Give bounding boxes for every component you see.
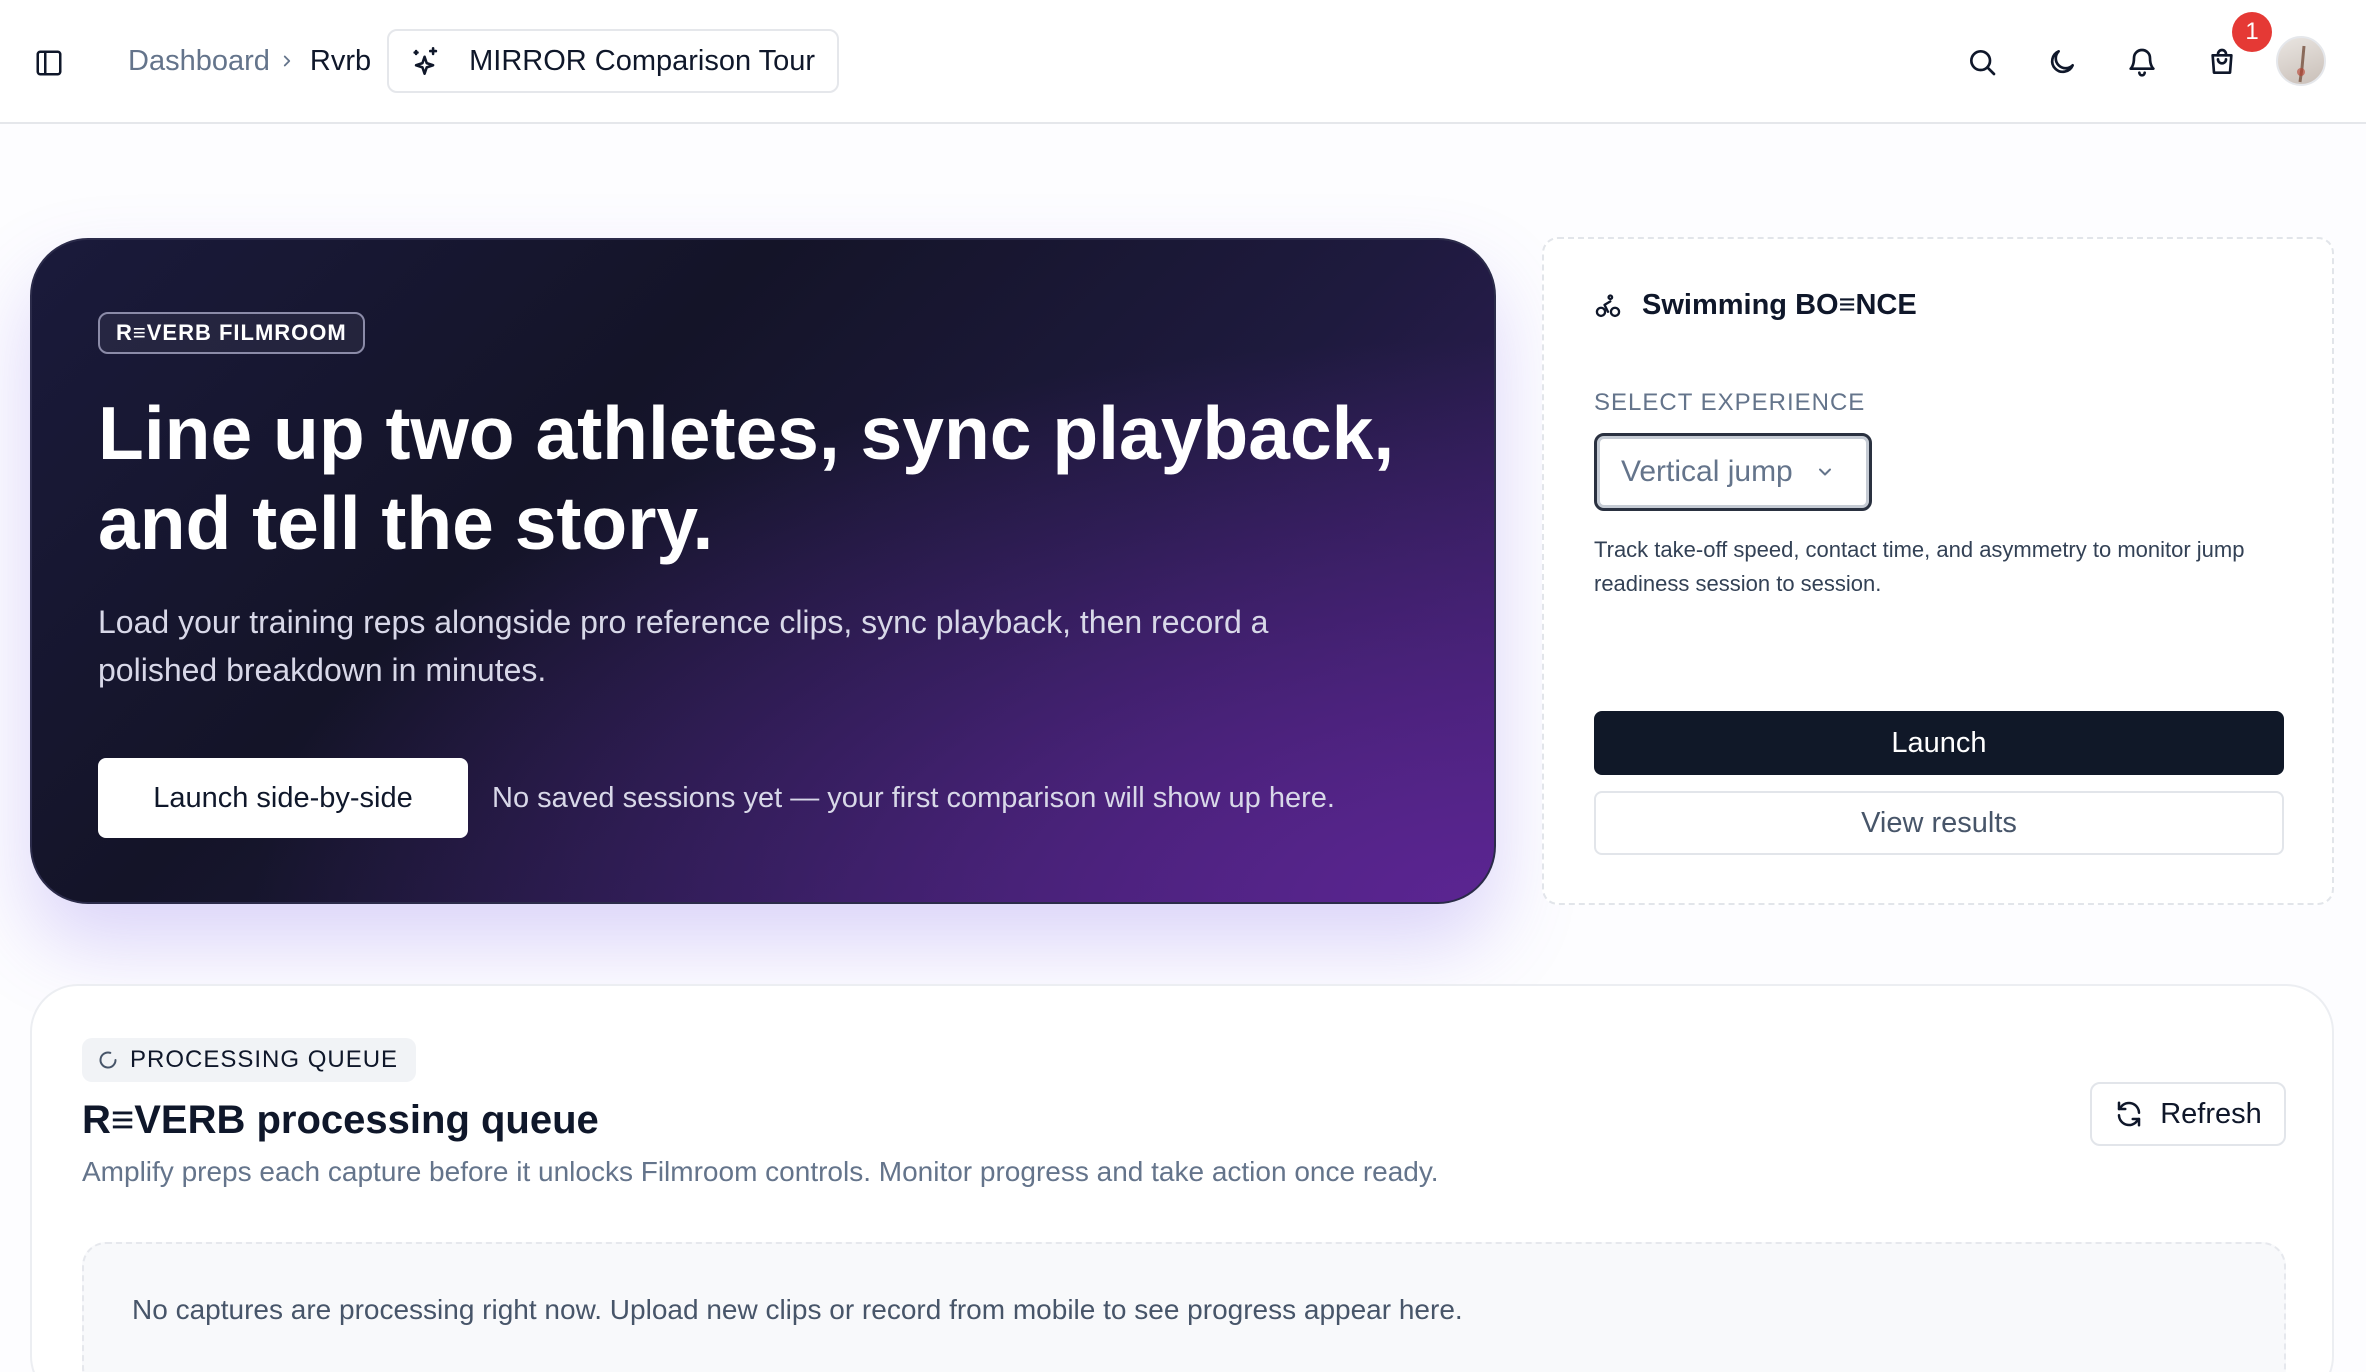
queue-title: R≡VERB processing queue <box>82 1098 599 1142</box>
tour-button-label: MIRROR Comparison Tour <box>469 44 816 77</box>
sidebar-toggle-icon[interactable] <box>28 42 70 84</box>
sessions-note: No saved sessions yet — your first compa… <box>492 782 1335 814</box>
processing-queue-chip-label: PROCESSING QUEUE <box>130 1046 399 1073</box>
select-experience-label: SELECT EXPERIENCE <box>1594 389 1866 416</box>
comparison-tour-button[interactable]: MIRROR Comparison Tour <box>387 29 840 93</box>
hero-title: Line up two athletes, sync playback, and… <box>98 391 1395 565</box>
queue-empty-message: No captures are processing right now. Up… <box>132 1294 1463 1325</box>
shopping-bag-icon[interactable] <box>2202 42 2242 82</box>
experience-select-value: Vertical jump <box>1621 455 1793 488</box>
refresh-icon <box>2114 1099 2144 1129</box>
view-results-button[interactable]: View results <box>1594 791 2284 855</box>
refresh-button-label: Refresh <box>2160 1097 2262 1130</box>
experience-header: Swimming BO≡NCE <box>1594 289 1917 322</box>
chevron-down-icon <box>1815 462 1835 482</box>
cart-count-badge: 1 <box>2232 12 2272 52</box>
filmroom-hero: R≡VERB FILMROOM Line up two athletes, sy… <box>30 238 1496 904</box>
experience-select[interactable]: Vertical jump <box>1594 433 1872 511</box>
processing-queue-chip: PROCESSING QUEUE <box>82 1038 417 1082</box>
queue-empty-state: No captures are processing right now. Up… <box>82 1242 2286 1372</box>
filmroom-badge: R≡VERB FILMROOM <box>98 312 365 354</box>
avatar[interactable] <box>2276 36 2326 86</box>
breadcrumb-rvrb[interactable]: Rvrb <box>310 45 371 78</box>
hero-description: Load your training reps alongside pro re… <box>98 604 1269 688</box>
processing-queue-panel: PROCESSING QUEUE R≡VERB processing queue… <box>30 984 2334 1372</box>
loader-icon <box>98 1050 118 1070</box>
experience-title: Swimming BO≡NCE <box>1642 289 1917 321</box>
bicycle-icon <box>1594 292 1622 320</box>
moon-icon[interactable] <box>2042 42 2082 82</box>
breadcrumb-dashboard[interactable]: Dashboard <box>128 45 270 78</box>
experience-hint: Track take-off speed, contact time, and … <box>1594 537 2245 596</box>
search-icon[interactable] <box>1962 42 2002 82</box>
queue-description: Amplify preps each capture before it unl… <box>82 1156 1439 1187</box>
experience-card: Swimming BO≡NCE SELECT EXPERIENCE Vertic… <box>1542 237 2334 905</box>
breadcrumb: Dashboard Rvrb MIRROR Comparison Tour <box>128 28 840 94</box>
top-bar: Dashboard Rvrb MIRROR Comparison Tour 1 <box>0 0 2366 124</box>
launch-button[interactable]: Launch <box>1594 711 2284 775</box>
refresh-button[interactable]: Refresh <box>2090 1082 2286 1146</box>
launch-side-by-side-button[interactable]: Launch side-by-side <box>98 758 468 838</box>
sparkles-icon <box>409 44 443 78</box>
chevron-right-icon <box>278 52 296 70</box>
bell-icon[interactable] <box>2122 42 2162 82</box>
